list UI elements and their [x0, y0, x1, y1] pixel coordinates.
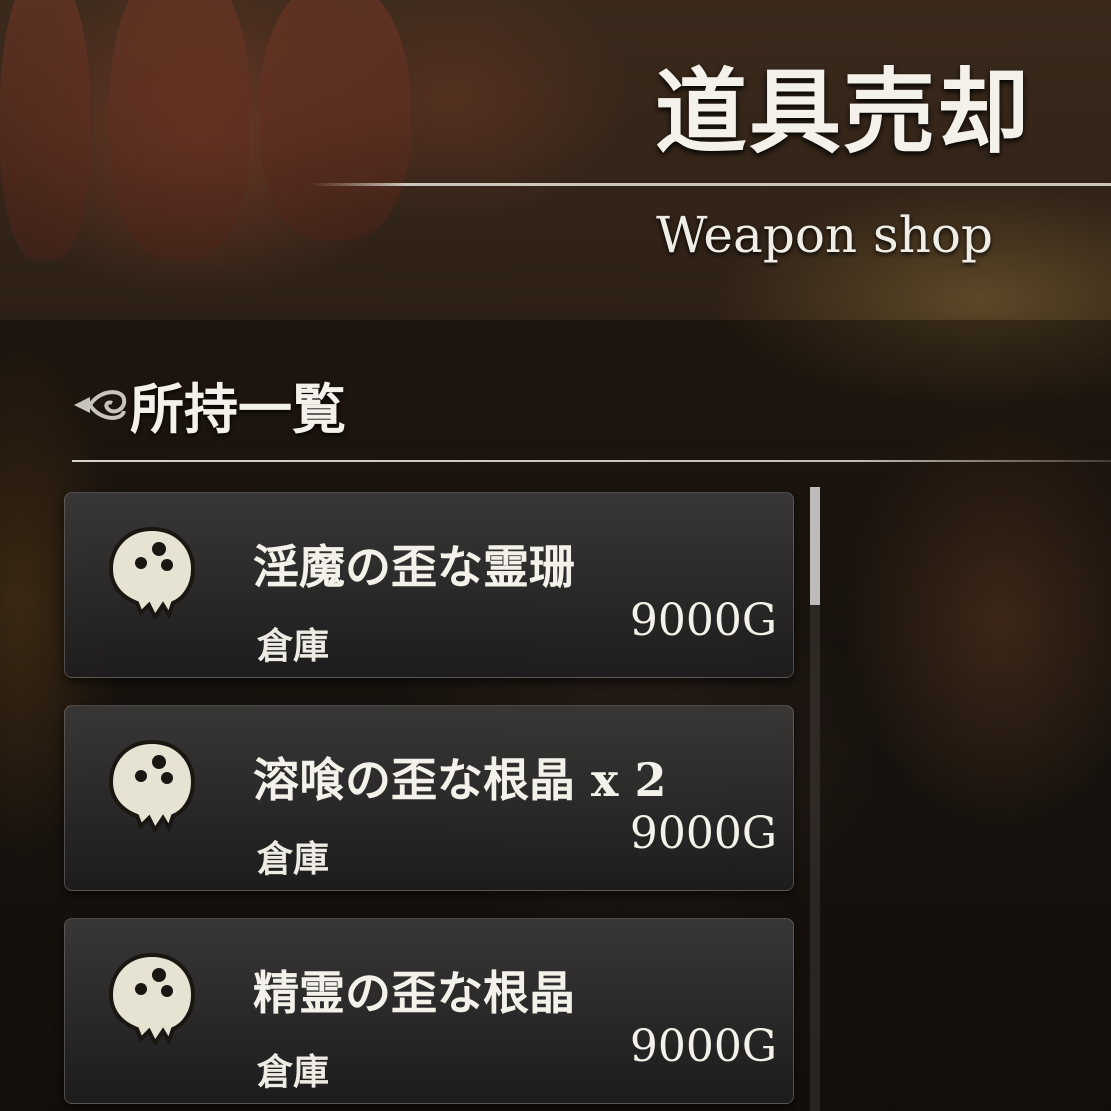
list-item[interactable]: 淫魔の歪な霊珊 倉庫 9000G: [64, 492, 794, 678]
list-item[interactable]: 精霊の歪な根晶 倉庫 9000G: [64, 918, 794, 1104]
item-list: 淫魔の歪な霊珊 倉庫 9000G 溶喰の歪な根晶 x 2 倉庫 9000G 精霊…: [64, 492, 794, 1111]
item-location: 倉庫: [257, 1051, 330, 1093]
section-divider: [72, 460, 1111, 462]
item-location: 倉庫: [257, 838, 330, 880]
item-name: 精霊の歪な根晶: [253, 966, 575, 1020]
list-scrollbar[interactable]: [810, 487, 820, 1111]
game-screen: 道具売却 Weapon shop 所持一覧 淫魔の歪な霊珊 倉庫 9000G 溶…: [0, 0, 1111, 1111]
orb-icon: [108, 526, 196, 619]
scrollbar-thumb[interactable]: [810, 487, 820, 605]
section-header: 所持一覧: [70, 365, 346, 444]
item-name: 淫魔の歪な霊珊: [253, 540, 575, 594]
back-arrow-icon[interactable]: [70, 375, 128, 435]
item-price: 9000G: [629, 1021, 777, 1072]
section-title: 所持一覧: [130, 377, 346, 441]
orb-icon: [108, 952, 196, 1045]
background-meat-decoration: [0, 0, 90, 260]
item-name: 溶喰の歪な根晶 x 2: [253, 753, 667, 807]
title-divider: [310, 183, 1111, 186]
item-location: 倉庫: [257, 625, 330, 667]
orb-icon: [108, 739, 196, 832]
background-meat-decoration: [260, 0, 410, 240]
item-price: 9000G: [629, 595, 777, 646]
item-price: 9000G: [629, 808, 777, 859]
page-subtitle: Weapon shop: [656, 206, 993, 264]
page-title: 道具売却: [654, 58, 1031, 166]
background-meat-decoration: [110, 0, 250, 260]
list-item[interactable]: 溶喰の歪な根晶 x 2 倉庫 9000G: [64, 705, 794, 891]
